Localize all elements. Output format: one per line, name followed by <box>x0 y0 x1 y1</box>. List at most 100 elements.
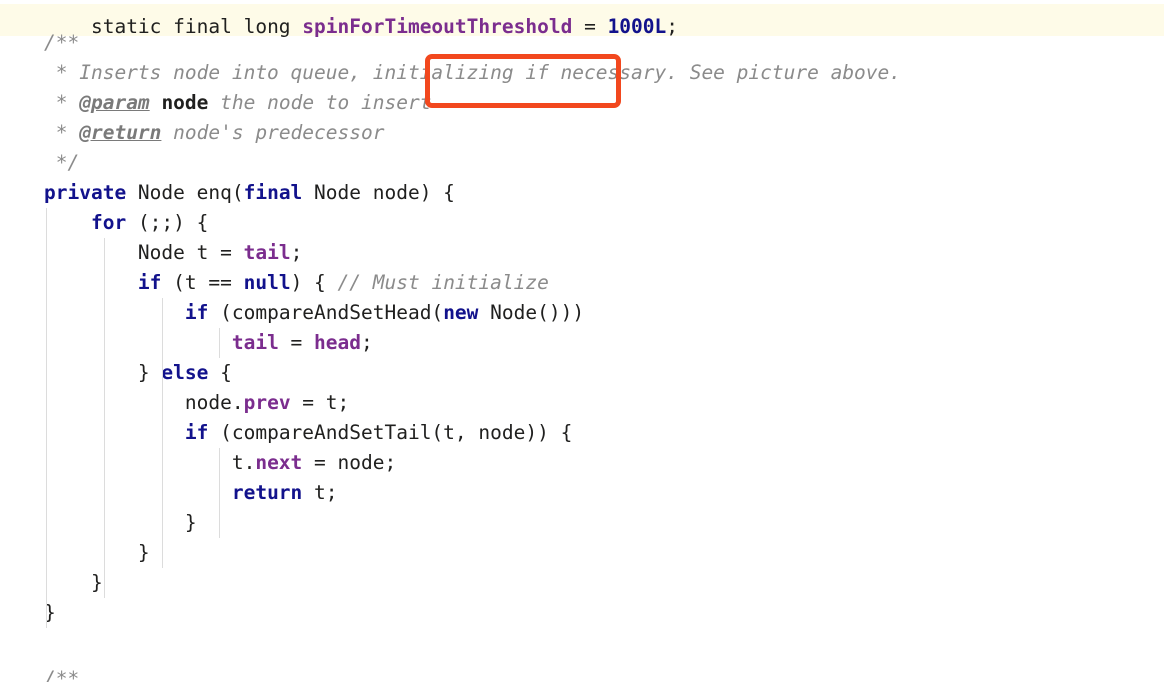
code-token-kw: for <box>90 211 127 234</box>
code-line[interactable]: } <box>0 538 1164 568</box>
code-token-plain: Node node) { <box>302 181 455 204</box>
code-token-plain: (t == <box>161 271 244 294</box>
code-token-cmt: * <box>44 121 80 144</box>
code-line[interactable]: * Inserts node into queue, initializing … <box>0 58 1164 88</box>
code-token-fld: tail <box>231 331 279 354</box>
indent-guide <box>46 448 47 478</box>
code-token-cmt: node's predecessor <box>161 121 385 144</box>
code-token-kw: if <box>184 301 209 324</box>
code-line[interactable]: } <box>0 568 1164 598</box>
code-token-cmt: the node to insert <box>208 91 432 114</box>
code-token-cmt-tag: @return <box>79 121 162 144</box>
code-token-plain: Node())) <box>478 301 585 324</box>
code-line[interactable]: * @param node the node to insert <box>0 88 1164 118</box>
code-line[interactable] <box>0 628 1164 658</box>
code-token-fld: next <box>255 451 303 474</box>
code-token-kw: return <box>231 481 303 504</box>
code-token-kw: new <box>443 301 479 324</box>
indent-guide <box>104 568 105 598</box>
code-line[interactable]: if (compareAndSetTail(t, node)) { <box>0 418 1164 448</box>
code-token-plain: ; <box>290 241 303 264</box>
code-token-fld: head <box>314 331 362 354</box>
indent-guide <box>162 418 163 448</box>
indent-guide <box>162 388 163 418</box>
code-token-cmt: * Inserts node into queue, initializing … <box>44 61 902 84</box>
indent-guide <box>104 478 105 508</box>
indent-guide <box>162 538 163 568</box>
code-line[interactable]: t.next = node; <box>0 448 1164 478</box>
code-line[interactable]: } <box>0 508 1164 538</box>
code-line[interactable]: } <box>0 598 1164 628</box>
indent-guide <box>104 358 105 388</box>
indent-guide <box>219 508 220 538</box>
code-line[interactable]: if (compareAndSetHead(new Node())) <box>0 298 1164 328</box>
code-token-kw: null <box>243 271 291 294</box>
code-token-cmt-tag: @param <box>79 91 150 114</box>
indent-guide <box>46 358 47 388</box>
code-token-plain: } <box>44 511 197 534</box>
indent-guide <box>46 238 47 268</box>
code-line[interactable]: return t; <box>0 478 1164 508</box>
indent-guide <box>104 328 105 358</box>
code-line[interactable]: for (;;) { <box>0 208 1164 238</box>
code-line[interactable]: */ <box>0 148 1164 178</box>
source-code-block[interactable]: /** * Inserts node into queue, initializ… <box>0 28 1164 658</box>
indent-guide <box>162 478 163 508</box>
indent-guide <box>46 418 47 448</box>
indent-guide <box>104 268 105 298</box>
indent-guide <box>46 598 47 628</box>
indent-guide <box>46 268 47 298</box>
code-token-plain: { <box>208 361 232 384</box>
code-token-cmt: /** <box>44 31 80 54</box>
code-line[interactable]: * @return node's predecessor <box>0 118 1164 148</box>
code-token-fld: prev <box>243 391 291 414</box>
code-token-plain: } <box>44 361 162 384</box>
code-line[interactable]: Node t = tail; <box>0 238 1164 268</box>
code-token-plain: ) { <box>290 271 338 294</box>
code-token-kw: if <box>137 271 162 294</box>
code-token-fld: tail <box>243 241 291 264</box>
code-token-plain: (compareAndSetTail(t, node)) { <box>208 421 573 444</box>
indent-guide <box>162 298 163 328</box>
code-token-plain: = node; <box>302 451 397 474</box>
indent-guide <box>162 448 163 478</box>
code-token-plain: = t; <box>290 391 350 414</box>
code-token-kw: private <box>44 181 127 204</box>
code-line[interactable]: node.prev = t; <box>0 388 1164 418</box>
code-viewer: static final long spinForTimeoutThreshol… <box>0 0 1164 682</box>
code-token-plain: } <box>44 541 150 564</box>
code-token-plain: t; <box>302 481 338 504</box>
indent-guide <box>104 448 105 478</box>
code-line[interactable]: /** <box>0 28 1164 58</box>
code-line[interactable]: private Node enq(final Node node) { <box>0 178 1164 208</box>
code-token-plain: node. <box>44 391 244 414</box>
code-token-plain: ; <box>361 331 373 354</box>
indent-guide <box>104 508 105 538</box>
indent-guide <box>46 298 47 328</box>
code-line[interactable]: if (t == null) { // Must initialize <box>0 268 1164 298</box>
indent-guide <box>46 208 47 238</box>
code-token-cmt: */ <box>44 151 80 174</box>
code-token-cmt: * <box>44 91 80 114</box>
code-token-plain: (compareAndSetHead( <box>208 301 444 324</box>
code-token-kw: if <box>184 421 209 444</box>
indent-guide <box>162 508 163 538</box>
code-line[interactable]: tail = head; <box>0 328 1164 358</box>
indent-guide <box>219 478 220 508</box>
indent-guide <box>46 568 47 598</box>
code-token-cmt-b: node <box>161 91 209 114</box>
code-token-plain: Node t = <box>44 241 244 264</box>
code-token-plain: (;;) { <box>126 211 209 234</box>
code-line[interactable]: } else { <box>0 358 1164 388</box>
indent-guide <box>162 358 163 388</box>
clipped-bottom-code-line: /** <box>44 667 80 682</box>
indent-guide <box>46 328 47 358</box>
code-token-plain: t. <box>44 451 256 474</box>
indent-guide <box>104 538 105 568</box>
indent-guide <box>219 448 220 478</box>
